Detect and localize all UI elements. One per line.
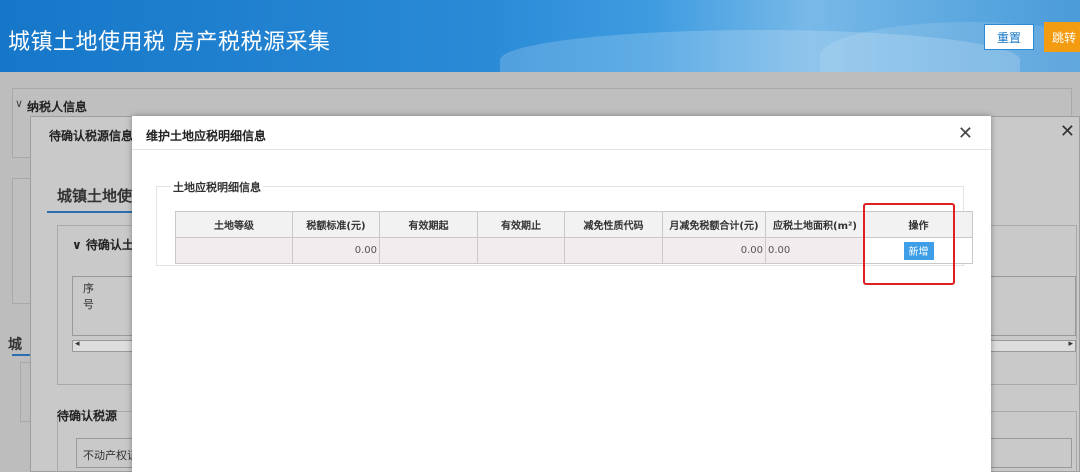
jump-button[interactable]: 跳转 — [1044, 22, 1080, 52]
pending-dialog-title: 待确认税源信息 — [49, 129, 134, 143]
reset-button[interactable]: 重置 — [984, 24, 1034, 50]
background-heading-fragment: 城 — [8, 337, 22, 353]
header-decoration-2 — [820, 22, 1080, 72]
column-header: 土地等级 — [175, 211, 293, 238]
pending-land-text: 待确认土 — [85, 238, 134, 252]
column-header: 税额标准(元) — [292, 211, 380, 238]
valid-from-cell[interactable] — [379, 237, 478, 264]
valid-to-cell[interactable] — [477, 237, 565, 264]
land-detail-table: 土地等级 税额标准(元) 有效期起 有效期止 减免性质代码 月减免税额合计(元)… — [175, 211, 973, 264]
close-icon[interactable]: ✕ — [1060, 121, 1075, 142]
highlight-box — [863, 203, 955, 285]
taxpayer-section-label: 纳税人信息 — [27, 100, 88, 114]
tax-standard-cell[interactable]: 0.00 — [292, 237, 380, 264]
app-header: 城镇土地使用税 房产税税源采集 重置 跳转 — [0, 0, 1080, 72]
land-taxable-detail-modal: 维护土地应税明细信息 ✕ 土地应税明细信息 土地等级 税额标准(元) 有效期起 … — [132, 116, 991, 472]
page-title: 城镇土地使用税 房产税税源采集 — [8, 30, 331, 55]
modal-title: 维护土地应税明细信息 — [146, 129, 267, 143]
table-header-row: 土地等级 税额标准(元) 有效期起 有效期止 减免性质代码 月减免税额合计(元)… — [175, 211, 973, 238]
chevron-down-icon[interactable]: ∨ — [15, 97, 23, 110]
column-header: 有效期起 — [379, 211, 478, 238]
column-header: 应税土地面积(m²) — [765, 211, 865, 238]
monthly-relief-total-cell[interactable]: 0.00 — [662, 237, 766, 264]
modal-header: 维护土地应税明细信息 ✕ — [132, 116, 991, 150]
taxable-area-cell[interactable]: 0.00 — [765, 237, 865, 264]
pending-subtitle: 城镇土地使 — [57, 187, 133, 205]
seq-header: 序号 — [83, 282, 94, 311]
property-cert-label: 不动产权证 — [83, 449, 138, 462]
tab-underline — [47, 211, 133, 213]
pending-land-label: ∨ 待确认土 — [72, 238, 134, 252]
close-icon[interactable]: ✕ — [958, 123, 973, 144]
fieldset-legend: 土地应税明细信息 — [171, 179, 263, 195]
relief-code-cell[interactable] — [564, 237, 663, 264]
scroll-right-icon[interactable]: ▸ — [1068, 339, 1073, 349]
background-tab-underline — [12, 354, 32, 356]
land-grade-cell[interactable] — [175, 237, 293, 264]
background-panel — [12, 178, 32, 304]
column-header: 月减免税额合计(元) — [662, 211, 766, 238]
column-header: 减免性质代码 — [564, 211, 663, 238]
column-header: 有效期止 — [477, 211, 565, 238]
pending-info-label: 待确认税源 — [57, 409, 118, 423]
table-row: 0.00 0.00 0.00 新增 — [175, 237, 973, 264]
scroll-left-icon[interactable]: ◂ — [75, 339, 80, 349]
